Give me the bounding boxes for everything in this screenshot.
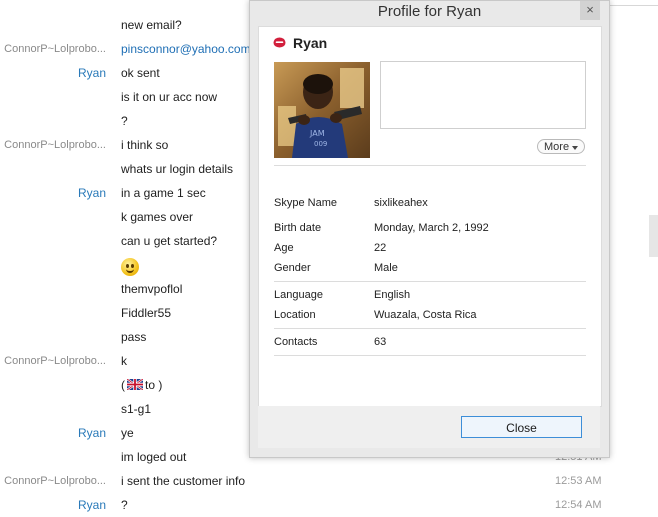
message-text: pass <box>121 330 147 344</box>
chat-scrollbar-thumb[interactable] <box>649 215 658 257</box>
field-label: Skype Name <box>274 197 337 209</box>
message-text: in a game 1 sec <box>121 186 206 200</box>
svg-text:009: 009 <box>314 140 327 148</box>
message-text: i sent the customer info <box>121 474 246 488</box>
profile-field: Gender Male <box>274 258 586 278</box>
message-sender[interactable]: Ryan <box>78 421 106 445</box>
field-value: Male <box>374 262 398 274</box>
message-text: ye <box>121 426 134 440</box>
divider <box>274 355 586 356</box>
message-sender[interactable]: Ryan <box>78 61 106 85</box>
more-label: More <box>544 141 570 153</box>
divider <box>274 281 586 282</box>
message-link[interactable]: pinsconnor@yahoo.com <box>121 37 251 61</box>
message-timestamp: 12:53 AM <box>555 475 602 487</box>
mood-message-box <box>380 61 586 129</box>
dialog-title: Profile for Ryan <box>377 3 482 20</box>
divider <box>274 165 586 166</box>
message-text: can u get started? <box>121 234 218 248</box>
chat-message-row: ConnorP~Lolprobo... i sent the customer i… <box>0 469 658 493</box>
field-value: English <box>374 289 411 301</box>
message-sender[interactable]: ConnorP~Lolprobo... <box>4 133 106 157</box>
message-text: Fiddler55 <box>121 306 172 320</box>
message-sender[interactable]: ConnorP~Lolprobo... <box>4 469 106 493</box>
message-text: k <box>121 354 127 368</box>
field-label: Location <box>274 309 316 321</box>
chat-message-row: Ryan? 12:54 AM <box>0 493 658 517</box>
profile-field: Age 22 <box>274 238 586 258</box>
message-text: s1-g1 <box>121 402 152 416</box>
field-label: Age <box>274 242 294 254</box>
message-text: im loged out <box>121 450 187 464</box>
field-value: sixlikeahex <box>374 197 428 209</box>
message-text: is it on ur acc now <box>121 90 218 104</box>
message-text: ok sent <box>121 66 160 80</box>
message-text: whats ur login details <box>121 162 234 176</box>
avatar: JAM 009 <box>274 62 370 158</box>
message-text-before: ( <box>121 378 125 392</box>
message-text: k games over <box>121 210 194 224</box>
message-sender[interactable]: Ryan <box>78 493 106 517</box>
field-value: Monday, March 2, 1992 <box>374 222 489 234</box>
divider <box>274 328 586 329</box>
profile-panel: Ryan JAM 009 More Skype Name sixlikeahex… <box>258 26 602 407</box>
message-text: ? <box>121 114 128 128</box>
skype-status-icon <box>273 37 286 48</box>
field-label: Contacts <box>274 336 318 348</box>
profile-name: Ryan <box>293 35 328 51</box>
message-text <box>121 253 139 277</box>
profile-field: Contacts 63 <box>274 332 586 352</box>
field-label: Language <box>274 289 323 301</box>
dialog-footer: Close <box>258 406 600 448</box>
profile-field: Language English <box>274 285 586 305</box>
message-text: ( to ) <box>121 373 162 397</box>
field-value: 63 <box>374 336 387 348</box>
field-value: 22 <box>374 242 387 254</box>
close-icon[interactable]: × <box>580 1 600 20</box>
message-text: new email? <box>121 18 182 32</box>
message-text: themvpoflol <box>121 282 183 296</box>
profile-field: Skype Name sixlikeahex <box>274 193 586 213</box>
close-button[interactable]: Close <box>461 416 582 438</box>
message-text: ? <box>121 498 128 512</box>
svg-text:JAM: JAM <box>309 129 325 138</box>
chevron-down-icon <box>572 146 578 150</box>
message-text: i think so <box>121 138 169 152</box>
more-button[interactable]: More <box>537 139 585 154</box>
message-sender[interactable]: Ryan <box>78 181 106 205</box>
message-sender[interactable]: ConnorP~Lolprobo... <box>4 349 106 373</box>
message-sender[interactable]: ConnorP~Lolprobo... <box>4 37 106 61</box>
field-label: Birth date <box>274 222 322 234</box>
field-label: Gender <box>274 262 311 274</box>
profile-field: Location Wuazala, Costa Rica <box>274 305 586 325</box>
smile-emoji-icon <box>121 258 139 277</box>
profile-field: Birth date Monday, March 2, 1992 <box>274 218 586 238</box>
field-value: Wuazala, Costa Rica <box>374 309 477 321</box>
profile-dialog: Profile for Ryan × Ryan JAM 009 More Sky… <box>249 0 610 458</box>
message-timestamp: 12:54 AM <box>555 499 602 511</box>
uk-flag-icon <box>127 379 143 390</box>
message-text-after: to ) <box>145 378 163 392</box>
